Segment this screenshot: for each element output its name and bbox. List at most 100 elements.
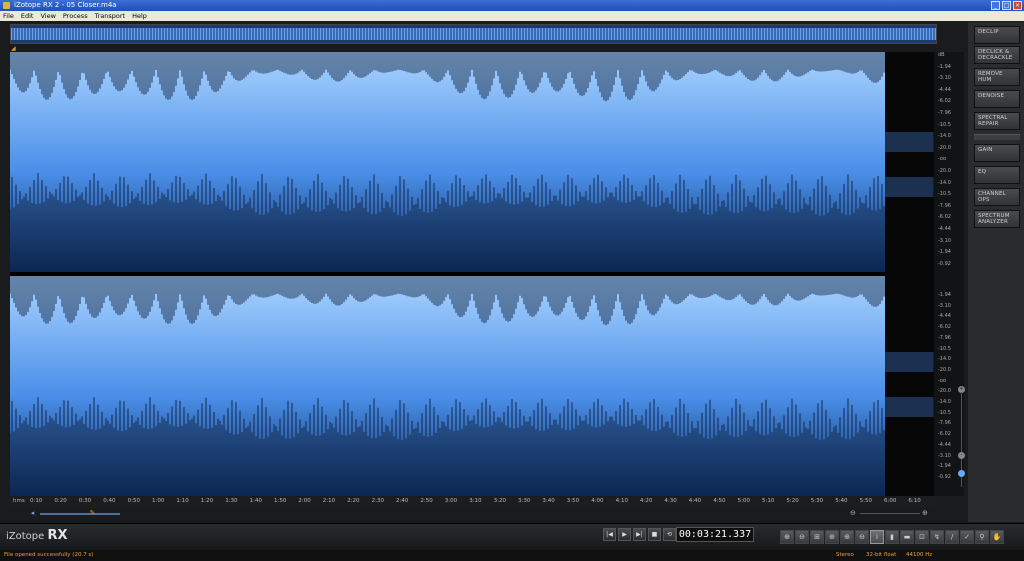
izotope-logo: iZotope RX bbox=[6, 528, 68, 543]
db-tick: -14.0 bbox=[938, 356, 951, 363]
hand-icon[interactable]: ✋ bbox=[990, 530, 1004, 544]
module-declip[interactable]: DECLIP bbox=[974, 26, 1020, 44]
menu-transport[interactable]: Transport bbox=[95, 11, 126, 21]
brush-icon[interactable]: / bbox=[945, 530, 959, 544]
time-tick-label: 3:50 bbox=[566, 498, 580, 504]
zoom-time-icon[interactable]: ⊕ bbox=[780, 530, 794, 544]
vertical-zoom[interactable]: + - bbox=[957, 386, 966, 496]
module-declick-decrackle[interactable]: DECLICK & DECRACKLE bbox=[974, 46, 1020, 64]
status-message: File opened successfully (20.7 s) bbox=[4, 552, 94, 558]
db-tick: -14.0 bbox=[938, 179, 951, 186]
time-tick-label: 4:00 bbox=[591, 498, 604, 504]
zoom-in-full-icon[interactable]: ⊕ bbox=[825, 530, 839, 544]
time-tick-label: 3:40 bbox=[542, 498, 555, 504]
time-tick-label: 2:10 bbox=[322, 498, 336, 504]
menu-file[interactable]: File bbox=[3, 11, 14, 21]
info-icon[interactable]: i bbox=[870, 530, 884, 544]
module-sidebar: DECLIP DECLICK & DECRACKLE REMOVE HUM DE… bbox=[968, 22, 1024, 522]
title-bar: iZotope RX 2 - 05 Closer.m4a _ □ × bbox=[0, 0, 1024, 11]
time-freq-select-icon[interactable]: ⊡ bbox=[915, 530, 929, 544]
horizontal-zoom[interactable]: ⊖ ⊕ bbox=[850, 509, 930, 518]
waveform-canvas[interactable] bbox=[10, 52, 885, 496]
magnify-icon[interactable]: ⚲ bbox=[975, 530, 989, 544]
zoom-out-icon[interactable]: - bbox=[958, 452, 965, 459]
zoom-freq-icon[interactable]: ⊕ bbox=[840, 530, 854, 544]
skip-forward-icon[interactable]: ▶| bbox=[633, 528, 646, 541]
skip-back-icon[interactable]: |◀ bbox=[603, 528, 616, 541]
menu-process[interactable]: Process bbox=[63, 11, 88, 21]
time-tick-label: 5:30 bbox=[810, 498, 824, 504]
db-tick: -6.02 bbox=[938, 98, 951, 105]
module-eq[interactable]: EQ bbox=[974, 166, 1020, 184]
module-channel-ops[interactable]: CHANNEL OPS bbox=[974, 188, 1020, 206]
overview-visible-range[interactable] bbox=[11, 28, 936, 40]
db-tick: -6.02 bbox=[938, 431, 951, 438]
time-tick-label: 0:20 bbox=[54, 498, 67, 504]
timecode-display: 00:03:21.337 bbox=[676, 527, 754, 542]
vertical-zoom-handle[interactable] bbox=[958, 470, 965, 477]
horizontal-zoom-out-icon[interactable]: ⊖ bbox=[850, 509, 856, 517]
db-tick: -10.5 bbox=[938, 121, 951, 128]
module-gain[interactable]: GAIN bbox=[974, 144, 1020, 162]
db-tick: -oo bbox=[938, 377, 947, 384]
db-tick: -oo bbox=[938, 156, 947, 163]
time-tick-label: 1:10 bbox=[176, 498, 189, 504]
db-tick: -7.96 bbox=[938, 420, 951, 427]
time-tick-label: 2:50 bbox=[420, 498, 433, 504]
db-tick: -6.02 bbox=[938, 214, 951, 221]
menu-view[interactable]: View bbox=[40, 11, 55, 21]
module-spectral-repair[interactable]: SPECTRAL REPAIR bbox=[974, 112, 1020, 130]
module-divider bbox=[974, 134, 1020, 140]
module-denoise[interactable]: DENOISE bbox=[974, 90, 1020, 108]
time-tick-label: 0:30 bbox=[78, 498, 92, 504]
minimize-button[interactable]: _ bbox=[991, 1, 1000, 10]
freq-select-icon[interactable]: ▬ bbox=[900, 530, 914, 544]
time-tick-label: 2:30 bbox=[371, 498, 384, 504]
module-spectrum-analyzer[interactable]: SPECTRUM ANALYZER bbox=[974, 210, 1020, 228]
db-tick: -0.92 bbox=[938, 473, 951, 480]
time-ruler: hms 0:10 0:20 0:30 0:40 0:50 1:00 1:10 1:20 1:30… bbox=[10, 497, 937, 507]
waveform-tail bbox=[884, 52, 934, 496]
time-tick-label: 4:40 bbox=[688, 498, 702, 504]
close-button[interactable]: × bbox=[1013, 1, 1022, 10]
time-tick-label: 4:50 bbox=[713, 498, 726, 504]
db-tick: -3.10 bbox=[938, 302, 951, 309]
status-channels: Stereo bbox=[836, 552, 854, 558]
waveform-display[interactable] bbox=[10, 52, 885, 496]
db-tick: -14.0 bbox=[938, 399, 951, 405]
module-remove-hum[interactable]: REMOVE HUM bbox=[974, 68, 1020, 86]
zoom-selection-icon[interactable]: ⊞ bbox=[810, 530, 824, 544]
marker-icon[interactable]: ✎ bbox=[88, 509, 97, 518]
db-tick: -4.44 bbox=[938, 441, 951, 448]
time-tick-label: 5:20 bbox=[786, 498, 799, 504]
time-tick-label: 3:30 bbox=[518, 498, 531, 504]
time-tick-label: 1:40 bbox=[249, 498, 262, 504]
play-icon[interactable]: ▶ bbox=[618, 528, 631, 541]
time-select-icon[interactable]: ▮ bbox=[885, 530, 899, 544]
time-tick-label: 5:40 bbox=[835, 498, 848, 504]
db-tick: -7.96 bbox=[938, 334, 951, 341]
db-tick: -20.0 bbox=[938, 366, 951, 373]
time-tick-label: 0:40 bbox=[103, 498, 116, 504]
time-tick-label: 4:20 bbox=[640, 498, 653, 504]
lasso-icon[interactable]: ↯ bbox=[930, 530, 944, 544]
menu-help[interactable]: Help bbox=[132, 11, 147, 21]
zoom-out-icon[interactable]: ⊖ bbox=[795, 530, 809, 544]
time-tick-label: 4:10 bbox=[615, 498, 628, 504]
playhead-marker-icon: ◢ bbox=[11, 45, 16, 52]
db-tick: -3.10 bbox=[938, 237, 951, 244]
maximize-button[interactable]: □ bbox=[1002, 1, 1011, 10]
scroll-left-icon[interactable]: ◂ bbox=[28, 509, 37, 518]
horizontal-scrollbar[interactable] bbox=[40, 513, 120, 515]
waveform-overview[interactable] bbox=[10, 24, 937, 44]
loop-icon[interactable]: ⟲ bbox=[663, 528, 676, 541]
db-tick: -4.44 bbox=[938, 86, 951, 93]
menu-edit[interactable]: Edit bbox=[21, 11, 34, 21]
zoom-out-freq-icon[interactable]: ⊖ bbox=[855, 530, 869, 544]
horizontal-zoom-in-icon[interactable]: ⊕ bbox=[922, 509, 928, 517]
db-tick: -10.5 bbox=[938, 191, 951, 198]
time-tick-label: 2:00 bbox=[298, 498, 311, 504]
wand-icon[interactable]: ✓ bbox=[960, 530, 974, 544]
status-bar: File opened successfully (20.7 s) Stereo… bbox=[0, 550, 1024, 561]
stop-icon[interactable]: ■ bbox=[648, 528, 661, 541]
